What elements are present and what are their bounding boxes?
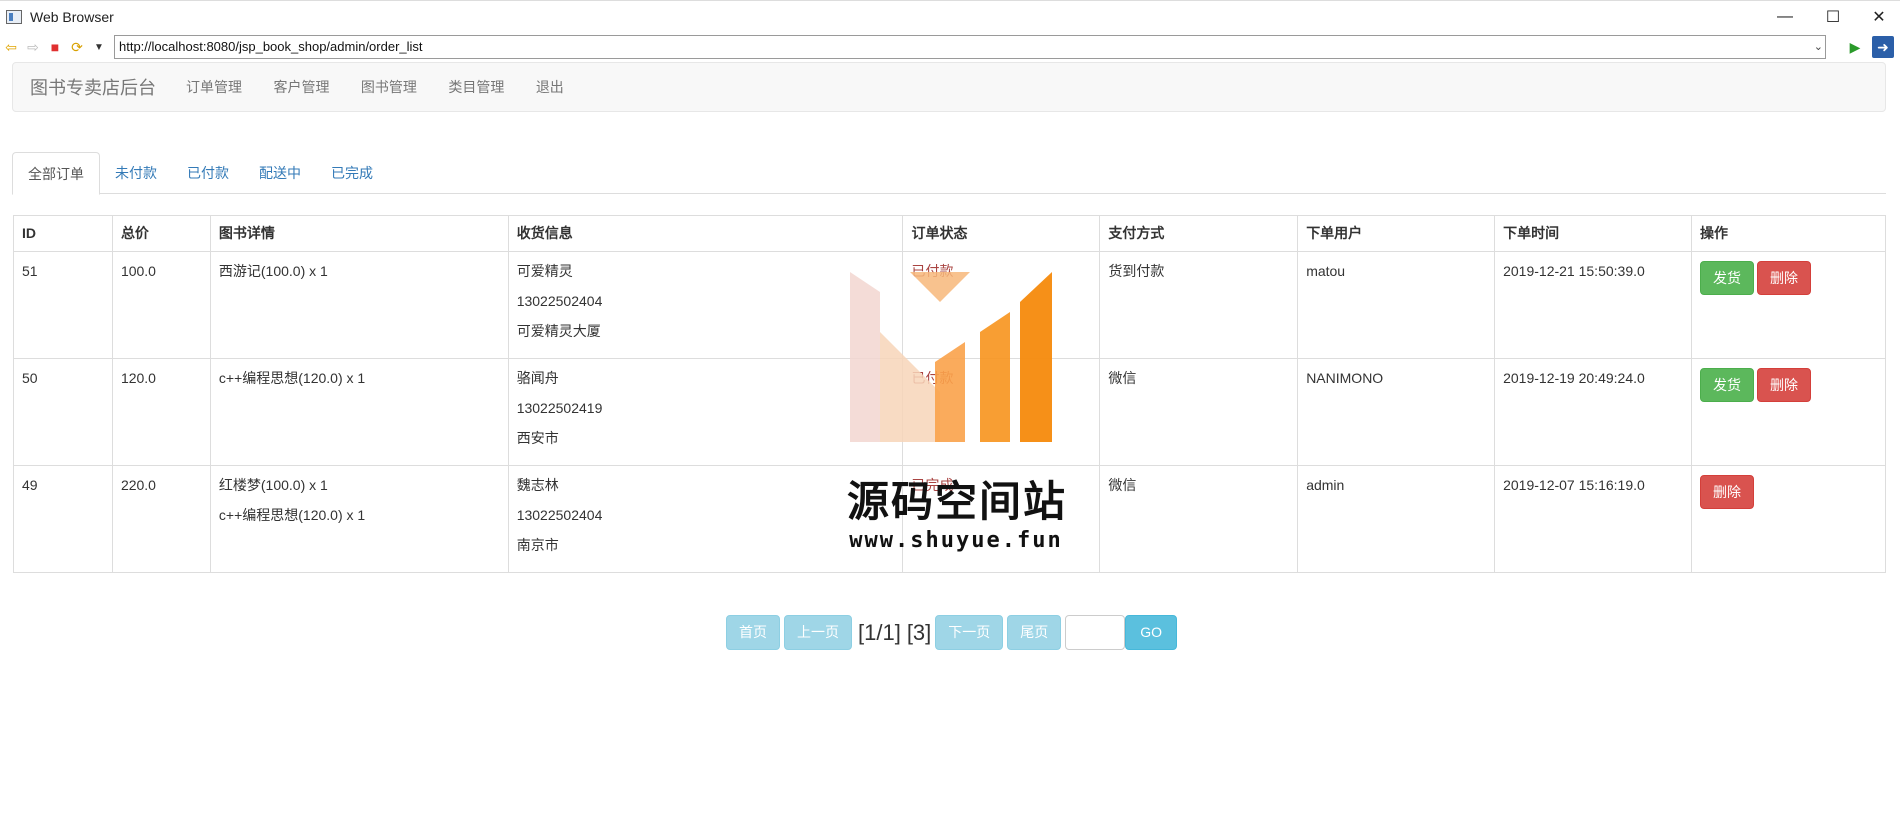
window-titlebar: Web Browser — ☐ ✕: [0, 0, 1900, 32]
minimize-icon[interactable]: —: [1762, 1, 1808, 33]
pagination: 首页 上一页 [1/1] [3] 下一页 尾页 GO: [726, 615, 1178, 650]
order-payment: 微信: [1099, 358, 1299, 466]
order-books: 红楼梦(100.0) x 1 c++编程思想(120.0) x 1: [209, 465, 509, 573]
order-time: 2019-12-07 15:16:19.0: [1494, 465, 1693, 573]
admin-menu: 订单管理 客户管理 图书管理 类目管理 退出: [156, 77, 564, 97]
col-header-books: 图书详情: [209, 215, 509, 252]
prev-page-button[interactable]: 上一页: [784, 615, 852, 650]
table-row: 51 100.0 西游记(100.0) x 1 可爱精灵 13022502404…: [13, 251, 1886, 359]
ship-button[interactable]: 发货: [1700, 368, 1755, 402]
ship-button[interactable]: 发货: [1700, 261, 1755, 295]
forward-icon[interactable]: ⇨: [22, 36, 44, 58]
book-item: c++编程思想(120.0) x 1: [218, 370, 366, 386]
recipient-address: 西安市: [516, 430, 559, 446]
order-shipping-info: 可爱精灵 13022502404 可爱精灵大厦: [507, 251, 904, 359]
tab-shipping[interactable]: 配送中: [244, 152, 316, 194]
order-books: c++编程思想(120.0) x 1: [209, 358, 509, 466]
page-info: [1/1]: [858, 619, 901, 645]
close-icon[interactable]: ✕: [1856, 1, 1900, 33]
navigate-icon[interactable]: ➜: [1872, 36, 1894, 58]
order-status: 已付款: [902, 251, 1101, 359]
col-header-id: ID: [13, 215, 113, 252]
delete-button[interactable]: 删除: [1757, 261, 1812, 295]
menu-customer-management[interactable]: 客户管理: [273, 77, 329, 97]
book-item: c++编程思想(120.0) x 1: [218, 507, 366, 523]
recipient-phone: 13022502404: [516, 507, 603, 523]
menu-order-management[interactable]: 订单管理: [186, 77, 242, 97]
go-icon[interactable]: ▶: [1844, 36, 1866, 58]
order-payment: 微信: [1099, 465, 1299, 573]
col-header-user: 下单用户: [1297, 215, 1496, 252]
col-header-actions: 操作: [1691, 215, 1886, 252]
browser-toolbar: ⇦ ⇨ ■ ⟳ ▼ http://localhost:8080/jsp_book…: [0, 32, 1900, 62]
page-number-input[interactable]: [1065, 615, 1126, 650]
menu-category-management[interactable]: 类目管理: [448, 77, 504, 97]
order-id: 51: [13, 251, 113, 359]
order-total: 220.0: [111, 465, 211, 573]
history-dropdown-icon[interactable]: ▼: [88, 36, 110, 58]
book-item: 西游记(100.0) x 1: [218, 263, 328, 279]
recipient-phone: 13022502404: [516, 293, 603, 309]
order-id: 49: [13, 465, 113, 573]
stop-icon[interactable]: ■: [44, 36, 66, 58]
go-button[interactable]: GO: [1125, 615, 1178, 650]
back-icon[interactable]: ⇦: [0, 36, 22, 58]
recipient-name: 魏志林: [516, 477, 559, 493]
tab-all-orders[interactable]: 全部订单: [12, 152, 100, 195]
menu-logout[interactable]: 退出: [536, 77, 564, 97]
next-page-button[interactable]: 下一页: [935, 615, 1004, 650]
admin-navbar: 图书专卖店后台 订单管理 客户管理 图书管理 类目管理 退出: [12, 62, 1886, 112]
recipient-phone: 13022502419: [516, 400, 603, 416]
delete-button[interactable]: 删除: [1700, 475, 1755, 509]
col-header-time: 下单时间: [1494, 215, 1693, 252]
order-user: admin: [1297, 465, 1496, 573]
order-user: matou: [1297, 251, 1496, 359]
tab-paid[interactable]: 已付款: [172, 152, 244, 194]
recipient-name: 骆闻舟: [516, 370, 559, 386]
menu-book-management[interactable]: 图书管理: [361, 77, 417, 97]
last-page-button[interactable]: 尾页: [1007, 615, 1062, 650]
watermark-title: 源码空间站: [846, 478, 1067, 525]
order-actions: 发货 删除: [1691, 251, 1886, 359]
delete-button[interactable]: 删除: [1757, 368, 1812, 402]
maximize-icon[interactable]: ☐: [1810, 1, 1856, 33]
order-actions: 删除: [1691, 465, 1886, 573]
order-id: 50: [13, 358, 113, 466]
recipient-address: 可爱精灵大厦: [516, 323, 601, 339]
window-title: Web Browser: [30, 8, 114, 25]
table-header-row: ID 总价 图书详情 收货信息 订单状态 支付方式 下单用户 下单时间 操作: [13, 215, 1886, 252]
order-status-tabs: 全部订单 未付款 已付款 配送中 已完成: [12, 152, 1886, 195]
tab-unpaid[interactable]: 未付款: [100, 152, 172, 194]
first-page-button[interactable]: 首页: [726, 615, 780, 650]
col-header-total: 总价: [111, 215, 211, 252]
tab-completed[interactable]: 已完成: [316, 152, 388, 194]
address-bar[interactable]: http://localhost:8080/jsp_book_shop/admi…: [114, 35, 1826, 59]
order-time: 2019-12-19 20:49:24.0: [1494, 358, 1693, 466]
order-actions: 发货 删除: [1691, 358, 1886, 466]
col-header-payment: 支付方式: [1099, 215, 1299, 252]
order-payment: 货到付款: [1099, 251, 1299, 359]
address-dropdown-icon[interactable]: ⌄: [1814, 36, 1823, 58]
order-shipping-info: 骆闻舟 13022502419 西安市: [507, 358, 904, 466]
col-header-status: 订单状态: [902, 215, 1101, 252]
browser-app-icon: [6, 9, 22, 24]
order-total: 100.0: [111, 251, 211, 359]
table-row: 50 120.0 c++编程思想(120.0) x 1 骆闻舟 13022502…: [13, 358, 1886, 466]
order-total: 120.0: [111, 358, 211, 466]
order-books: 西游记(100.0) x 1: [209, 251, 509, 359]
order-time: 2019-12-21 15:50:39.0: [1494, 251, 1693, 359]
book-item: 红楼梦(100.0) x 1: [218, 477, 328, 493]
refresh-icon[interactable]: ⟳: [66, 36, 88, 58]
recipient-name: 可爱精灵: [516, 263, 573, 279]
admin-brand[interactable]: 图书专卖店后台: [30, 74, 156, 100]
order-status: 已付款: [902, 358, 1101, 466]
address-bar-url: http://localhost:8080/jsp_book_shop/admi…: [119, 39, 423, 54]
watermark-url: www.shuyue.fun: [849, 528, 1063, 553]
col-header-shipping-info: 收货信息: [507, 215, 904, 252]
order-user: NANIMONO: [1297, 358, 1496, 466]
total-count: [3]: [906, 619, 932, 645]
